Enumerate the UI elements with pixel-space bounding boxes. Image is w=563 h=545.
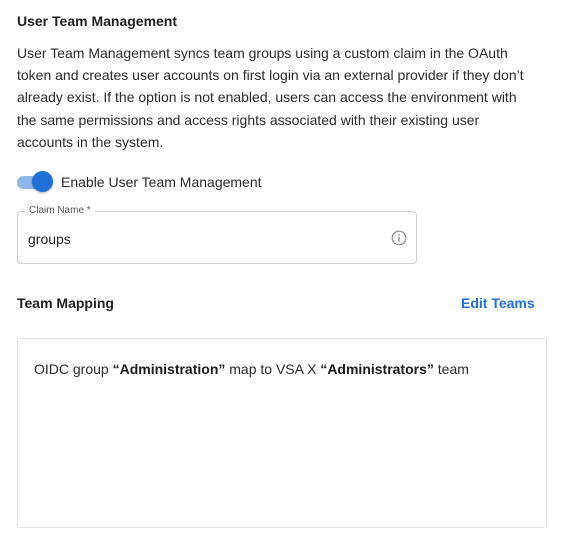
section-title: User Team Management [17,13,178,29]
edit-teams-button[interactable]: Edit Teams [461,295,535,311]
enable-user-team-management-toggle[interactable] [17,171,53,193]
toggle-label: Enable User Team Management [61,174,262,190]
mapping-group-name: “Administration” [112,361,226,377]
claim-name-input[interactable] [28,229,378,249]
mapping-team-name: “Administrators” [320,361,434,377]
mapping-prefix: OIDC group [34,361,113,377]
mapping-middle: map to VSA X [225,361,321,377]
mapping-suffix: team [433,361,469,377]
team-mapping-title: Team Mapping [17,295,114,311]
claim-name-field: Claim Name * [17,205,417,264]
section-description: User Team Management syncs team groups u… [17,45,524,150]
team-mapping-entry: OIDC group “Administration” map to VSA X… [34,361,469,377]
enable-toggle-row: Enable User Team Management [17,171,262,193]
team-mapping-panel: OIDC group “Administration” map to VSA X… [17,338,547,528]
claim-name-label: Claim Name * [25,205,95,217]
toggle-thumb[interactable] [32,171,53,192]
info-icon[interactable] [391,230,407,246]
